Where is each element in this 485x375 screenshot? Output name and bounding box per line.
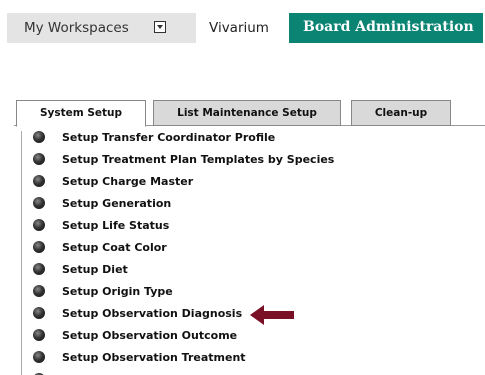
pointer-arrow-icon bbox=[250, 305, 294, 325]
list-item-link[interactable]: Setup Diet bbox=[62, 263, 128, 276]
bullet-icon bbox=[33, 329, 45, 341]
tab-system-setup-label: System Setup bbox=[39, 107, 123, 119]
list-item-link[interactable]: Setup Observation Treatment bbox=[62, 351, 246, 364]
tab-clean-up-label: Clean-up bbox=[374, 107, 428, 119]
list-item[interactable]: Setup Generation bbox=[30, 192, 171, 214]
list-item[interactable]: Setup Origin Type bbox=[30, 280, 173, 302]
list-item-link[interactable]: Setup Life Status bbox=[62, 219, 169, 232]
board-administration-label: Board Administration bbox=[303, 19, 474, 35]
tab-system-setup[interactable]: System Setup bbox=[16, 100, 146, 127]
list-item[interactable]: Setup Observation Treatment bbox=[30, 346, 246, 368]
bullet-icon bbox=[33, 153, 45, 165]
list-item[interactable]: Setup Charge Master bbox=[30, 170, 193, 192]
list-item[interactable]: Setup Observation Outcome bbox=[30, 324, 237, 346]
content-border bbox=[21, 131, 22, 375]
list-item[interactable]: Setup Diet bbox=[30, 258, 128, 280]
bullet-icon bbox=[33, 285, 45, 297]
list-item[interactable]: Setup Coat Color bbox=[30, 236, 167, 258]
list-item-link[interactable]: Setup Origin Type bbox=[62, 285, 173, 298]
my-workspaces-label: My Workspaces bbox=[24, 20, 129, 36]
tab-clean-up[interactable]: Clean-up bbox=[351, 100, 451, 126]
bullet-icon bbox=[33, 241, 45, 253]
my-workspaces-menu[interactable]: My Workspaces bbox=[7, 13, 196, 43]
tab-list-maintenance-setup-label: List Maintenance Setup bbox=[177, 107, 317, 119]
list-item[interactable]: Setup Treatment Plan Templates by Specie… bbox=[30, 148, 334, 170]
board-administration-menu[interactable]: Board Administration bbox=[289, 13, 483, 43]
bullet-icon bbox=[33, 219, 45, 231]
list-item-partial bbox=[30, 368, 45, 375]
tab-list-maintenance-setup[interactable]: List Maintenance Setup bbox=[153, 100, 341, 126]
bullet-icon bbox=[33, 197, 45, 209]
bullet-icon bbox=[33, 263, 45, 275]
bullet-icon bbox=[33, 351, 45, 363]
list-item[interactable]: Setup Life Status bbox=[30, 214, 169, 236]
list-item-link[interactable]: Setup Generation bbox=[62, 197, 171, 210]
bullet-icon bbox=[33, 175, 45, 187]
list-item-link[interactable]: Setup Charge Master bbox=[62, 175, 193, 188]
top-navigation: My Workspaces Vivarium Board Administrat… bbox=[7, 13, 483, 43]
list-item-link[interactable]: Setup Coat Color bbox=[62, 241, 167, 254]
list-item-link[interactable]: Setup Treatment Plan Templates by Specie… bbox=[62, 153, 334, 166]
list-item-link[interactable]: Setup Observation Outcome bbox=[62, 329, 237, 342]
list-item[interactable]: Setup Transfer Coordinator Profile bbox=[30, 126, 275, 148]
list-item-link[interactable]: Setup Transfer Coordinator Profile bbox=[62, 131, 275, 144]
dropdown-icon[interactable] bbox=[154, 21, 166, 33]
vivarium-label: Vivarium bbox=[209, 20, 269, 36]
list-item-link[interactable]: Setup Observation Diagnosis bbox=[62, 307, 242, 320]
vivarium-menu[interactable]: Vivarium bbox=[196, 13, 289, 43]
list-item[interactable]: Setup Observation Diagnosis bbox=[30, 302, 242, 324]
bullet-icon bbox=[33, 307, 45, 319]
bullet-icon bbox=[33, 131, 45, 143]
